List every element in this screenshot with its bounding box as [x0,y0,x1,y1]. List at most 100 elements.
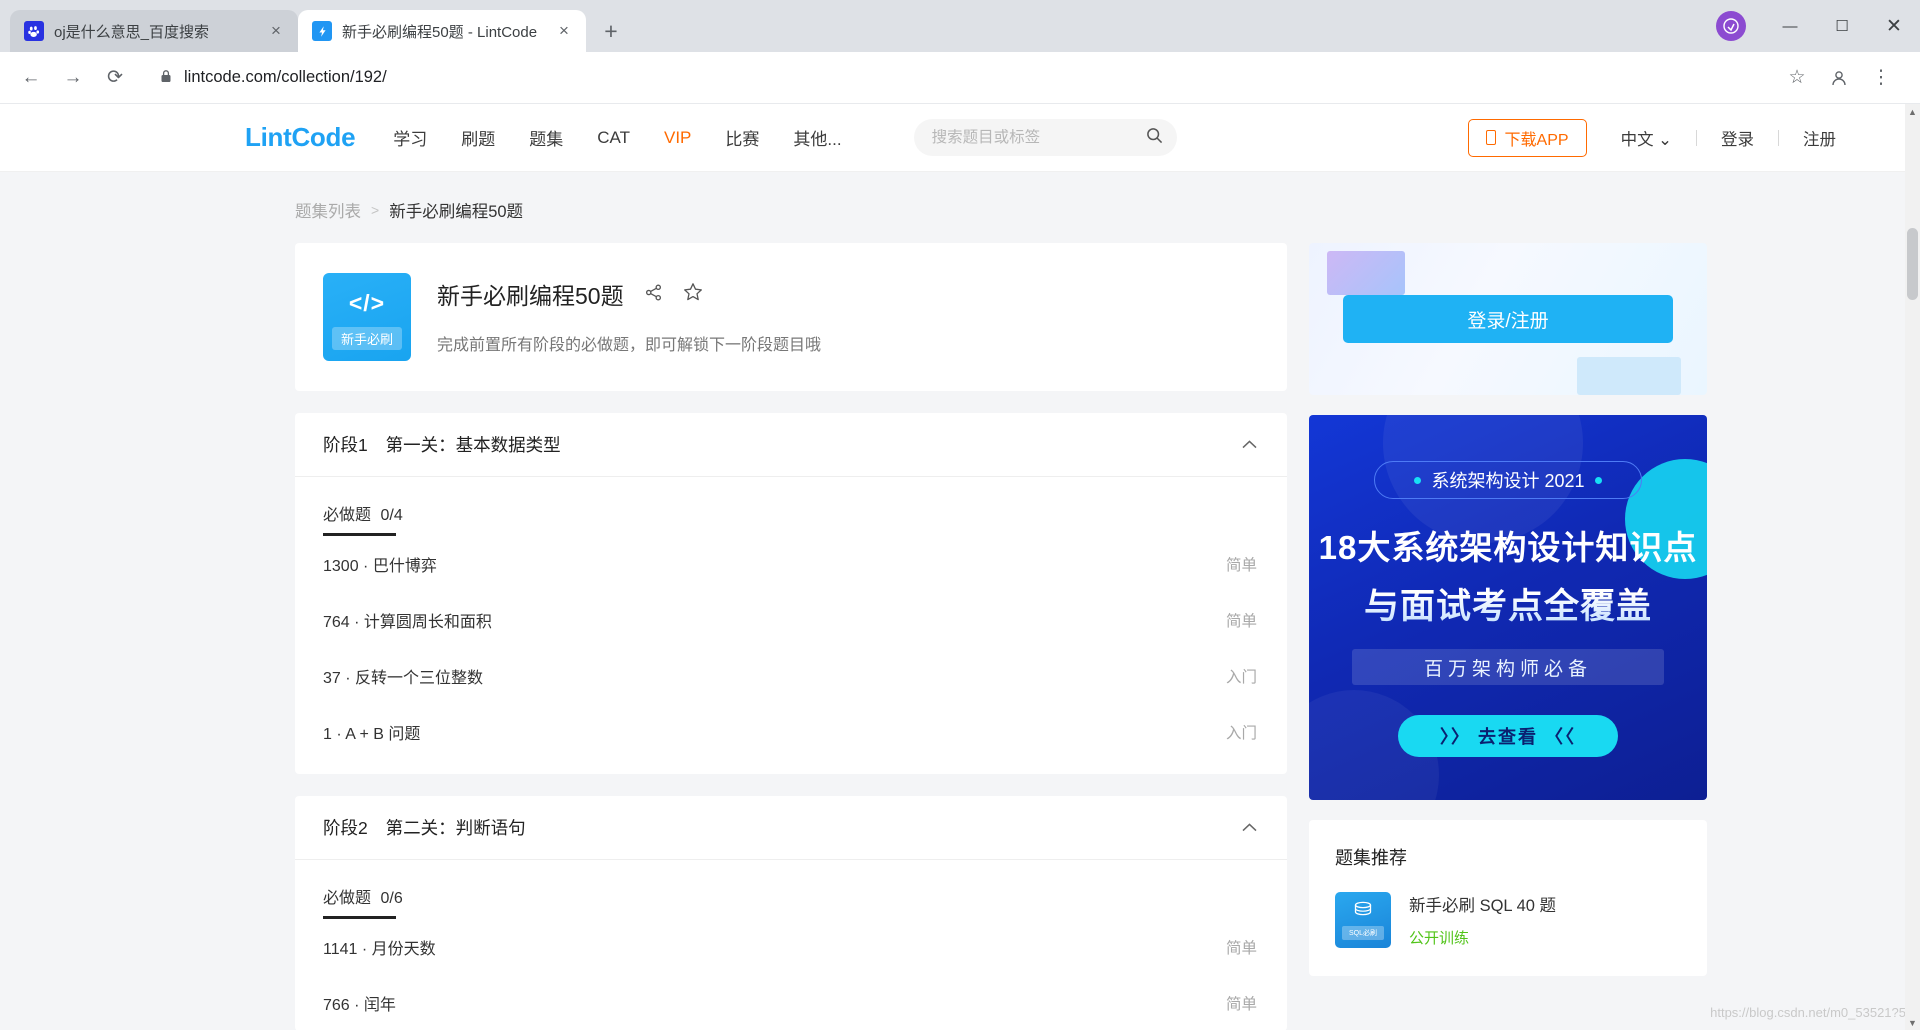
ad-headline-1: 18大系统架构设计知识点 [1318,529,1698,566]
difficulty-badge: 简单 [1225,996,1257,1013]
sidebar: 登录/注册 系统架构设计 2021 18大系统架构设计知识点 与面试考点全覆盖 … [1309,243,1707,1030]
language-selector[interactable]: 中文 ⌄ [1621,126,1672,150]
bookmark-star-icon[interactable]: ☆ [1780,61,1814,95]
language-label: 中文 [1620,130,1654,149]
tab-required-problems[interactable]: 必做题 0/4 [323,501,403,536]
ad-pill-text: 系统架构设计 2021 [1431,471,1585,491]
breadcrumb-parent[interactable]: 题集列表 [295,198,361,222]
problem-title: 1300 · 巴什博弈 [323,558,437,575]
table-row[interactable]: 37 · 反转一个三位整数 入门 [323,648,1257,704]
profile-icon[interactable] [1822,61,1856,95]
tab-close-icon[interactable]: × [552,19,576,43]
lock-icon [160,69,172,86]
watermark-text: https://blog.csdn.net/m0_53521?5 [1710,1005,1906,1020]
nav-item-tiji[interactable]: 题集 [529,125,563,150]
header-right-group: 下载APP 中文 ⌄ 登录 注册 [1467,118,1920,157]
table-row[interactable]: 1141 · 月份天数 简单 [323,919,1257,975]
share-icon[interactable] [644,283,663,306]
address-bar[interactable]: lintcode.com/collection/192/ [146,60,1770,95]
favorite-star-icon[interactable] [683,282,703,306]
chevron-up-icon[interactable] [1242,436,1257,453]
header-divider [1696,129,1697,146]
problem-title: 37 · 反转一个三位整数 [323,670,484,687]
collection-header-card: </> 新手必刷 新手必刷编程50题 完成前置所有阶段的必做题，即可解锁下一阶段… [295,243,1287,391]
tab-required-problems[interactable]: 必做题 0/6 [323,884,403,919]
problem-title: 1141 · 月份天数 [323,941,436,958]
search-input[interactable] [931,128,1146,147]
nav-item-vip[interactable]: VIP [664,128,691,148]
tabs-container: oj是什么意思_百度搜索 × 新手必刷编程50题 - LintCode × + [10,0,628,52]
browser-window: oj是什么意思_百度搜索 × 新手必刷编程50题 - LintCode × + [0,0,1920,1030]
login-register-button[interactable]: 登录/注册 [1343,295,1673,343]
difficulty-badge: 入门 [1225,669,1257,686]
stage-header[interactable]: 阶段2 第二关：判断语句 [295,796,1287,860]
tab-progress-count: 0/6 [380,890,403,907]
browser-tab-title: 新手必刷编程50题 - LintCode [342,23,538,41]
login-promo-card: 登录/注册 [1309,243,1707,395]
download-app-button[interactable]: 下载APP [1467,118,1587,157]
table-row[interactable]: 766 · 闰年 简单 [323,975,1257,1030]
problem-title: 1 · A + B 问题 [323,726,421,743]
collection-description: 完成前置所有阶段的必做题，即可解锁下一阶段题目哦 [437,337,822,354]
nav-item-cat[interactable]: CAT [597,128,630,148]
breadcrumb-current: 新手必刷编程50题 [389,203,524,221]
browser-tab-1[interactable]: oj是什么意思_百度搜索 × [10,10,298,52]
recommendation-item-status: 公开训练 [1409,930,1470,947]
collection-title-row: 新手必刷编程50题 [437,277,821,311]
site-header: LintCode 学习 刷题 题集 CAT VIP 比赛 其他... 搜索题目或… [0,104,1920,172]
problem-title: 766 · 闰年 [323,997,396,1014]
nav-item-xuexi[interactable]: 学习 [393,125,427,150]
scroll-up-arrow-icon[interactable]: ▲ [1905,104,1920,119]
search-box[interactable] [913,119,1177,156]
window-controls: — ☐ ✕ [1716,0,1920,52]
table-row[interactable]: 764 · 计算圆周长和面积 简单 [323,592,1257,648]
breadcrumb: 题集列表 > 新手必刷编程50题 [295,198,1670,222]
scroll-down-arrow-icon[interactable]: ▼ [1905,1015,1920,1030]
recommendation-item-text: 新手必刷 SQL 40 题 公开训练 [1409,892,1556,948]
difficulty-badge: 简单 [1225,940,1257,957]
collection-badge-icon: </> 新手必刷 [323,273,411,361]
search-icon[interactable] [1146,127,1163,149]
ad-banner[interactable]: 系统架构设计 2021 18大系统架构设计知识点 与面试考点全覆盖 百万架构师必… [1309,415,1707,800]
scrollbar-thumb[interactable] [1907,228,1918,300]
chevron-up-icon[interactable] [1242,819,1257,836]
difficulty-badge: 简单 [1225,613,1257,630]
recommendation-card: 题集推荐 SQL必刷 新手必刷 SQL 40 题 公开训练 [1309,820,1707,976]
page-scrollbar[interactable]: ▲ ▼ [1905,104,1920,1030]
browser-menu-icon[interactable]: ⋮ [1864,61,1898,95]
stage-header[interactable]: 阶段1 第一关：基本数据类型 [295,413,1287,477]
nav-item-shuati[interactable]: 刷题 [461,125,495,150]
nav-item-bisai[interactable]: 比赛 [725,125,759,150]
tab-strip: oj是什么意思_百度搜索 × 新手必刷编程50题 - LintCode × + [0,0,1920,52]
lintcode-logo[interactable]: LintCode [245,122,356,153]
register-link[interactable]: 注册 [1803,126,1836,150]
table-row[interactable]: 1300 · 巴什博弈 简单 [323,536,1257,592]
browser-profile-avatar[interactable] [1716,11,1746,41]
page-title: 新手必刷编程50题 [437,283,624,309]
collection-badge-tag: 新手必刷 [332,327,402,350]
tab-close-icon[interactable]: × [264,19,288,43]
new-tab-button[interactable]: + [594,14,628,48]
chevron-down-icon: ⌄ [1658,130,1672,149]
ad-pill-label: 系统架构设计 2021 [1374,461,1642,499]
table-row[interactable]: 1 · A + B 问题 入门 [323,704,1257,760]
header-divider [1778,129,1779,146]
difficulty-badge: 简单 [1225,557,1257,574]
window-close-button[interactable]: ✕ [1868,0,1920,52]
stage-title: 阶段2 第二关：判断语句 [323,815,526,840]
reload-icon[interactable]: ⟳ [98,61,132,95]
forward-icon[interactable]: → [56,61,90,95]
window-maximize-button[interactable]: ☐ [1816,0,1868,52]
window-minimize-button[interactable]: — [1764,0,1816,52]
nav-item-qita[interactable]: 其他... [793,125,841,150]
list-item[interactable]: SQL必刷 新手必刷 SQL 40 题 公开训练 [1335,892,1681,948]
login-link[interactable]: 登录 [1721,126,1754,150]
logo-text: LintCode [245,122,356,152]
page-viewport: LintCode 学习 刷题 题集 CAT VIP 比赛 其他... 搜索题目或… [0,104,1920,1030]
tab-active-underline [323,533,396,536]
back-icon[interactable]: ← [14,61,48,95]
download-app-label: 下载APP [1504,131,1569,149]
phone-icon [1485,130,1496,145]
ad-cta-button[interactable]: 〉〉 去查看 〈〈 [1398,715,1618,757]
browser-tab-2[interactable]: 新手必刷编程50题 - LintCode × [298,10,586,52]
